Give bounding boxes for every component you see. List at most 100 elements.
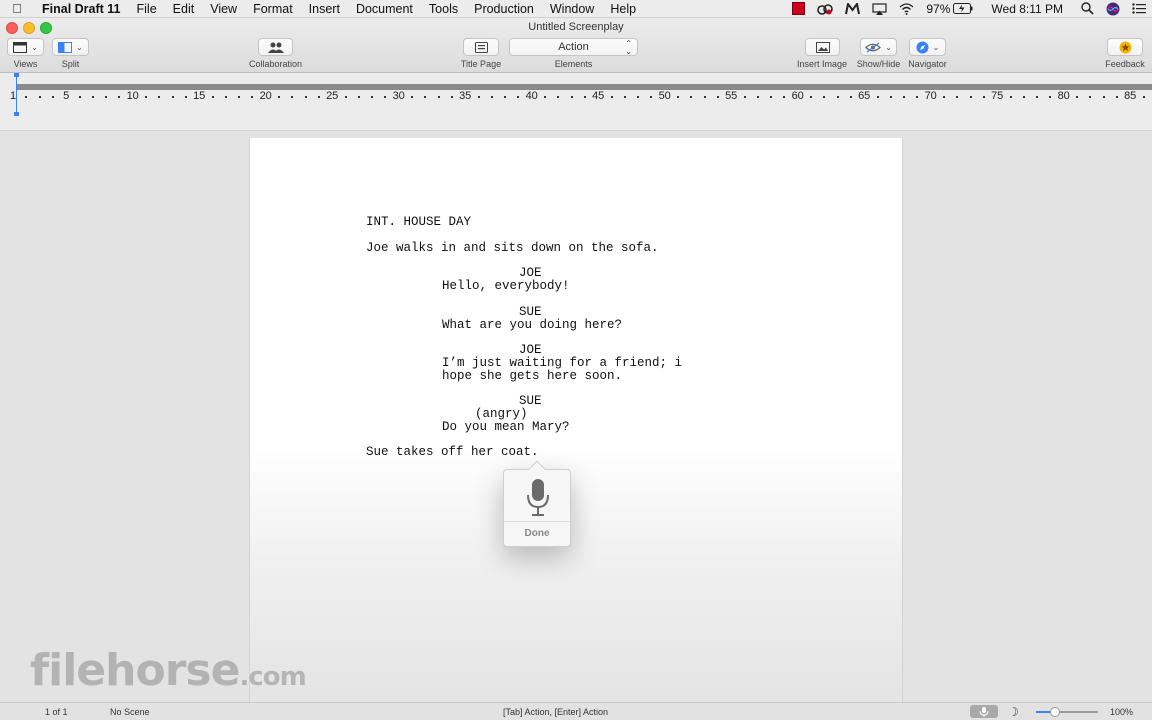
ruler-tick xyxy=(224,96,227,98)
ruler-tick xyxy=(982,96,985,98)
malwarebytes-icon[interactable] xyxy=(839,2,866,15)
siri-icon[interactable] xyxy=(1100,2,1126,16)
menu-window[interactable]: Window xyxy=(542,0,602,18)
ruler-tick xyxy=(424,96,427,98)
ruler-tick xyxy=(956,96,959,98)
action-line[interactable]: Joe walks in and sits down on the sofa. xyxy=(366,241,659,255)
collaboration-button[interactable] xyxy=(258,38,293,56)
ruler-number: 70 xyxy=(924,90,937,102)
character-name[interactable]: JOE xyxy=(519,343,542,357)
ruler-tick xyxy=(756,96,759,98)
ruler-tick xyxy=(384,96,387,98)
menu-edit[interactable]: Edit xyxy=(165,0,203,18)
menu-view[interactable]: View xyxy=(202,0,245,18)
scene-heading[interactable]: INT. HOUSE DAY xyxy=(366,215,471,229)
menu-app-name[interactable]: Final Draft 11 xyxy=(34,0,129,18)
image-icon xyxy=(815,41,830,53)
ruler-tick xyxy=(371,96,374,98)
ruler-number: 55 xyxy=(725,90,738,102)
dictation-done-button[interactable]: Done xyxy=(504,528,570,539)
scene-indicator[interactable]: No Scene xyxy=(110,707,150,717)
ruler-tick xyxy=(770,96,773,98)
ruler-number: 60 xyxy=(791,90,804,102)
dictation-mic-button[interactable] xyxy=(970,705,998,718)
night-mode-icon[interactable]: ☽ xyxy=(1008,705,1019,719)
ruler-tick xyxy=(78,96,81,98)
character-name[interactable]: JOE xyxy=(519,266,542,280)
views-icon xyxy=(13,41,28,53)
title-page-icon xyxy=(474,41,488,53)
window-toolbar: Untitled Screenplay ⌄ Views ⌄ Split Coll… xyxy=(0,18,1152,73)
watermark: filehorse.com xyxy=(30,645,307,696)
ruler-tick xyxy=(238,96,241,98)
ruler-tick xyxy=(278,96,280,98)
navigator-label: Navigator xyxy=(908,59,947,69)
ruler-number: 20 xyxy=(259,90,272,102)
battery-percent: 97% xyxy=(926,1,951,16)
dialogue-line[interactable]: Hello, everybody! xyxy=(442,279,570,293)
action-line[interactable]: Sue takes off her coat. xyxy=(366,445,539,459)
ruler-tick xyxy=(477,96,480,98)
dialogue-line[interactable]: hope she gets here soon. xyxy=(442,369,622,383)
menu-format[interactable]: Format xyxy=(245,0,301,18)
ruler-tick xyxy=(836,96,839,98)
character-name[interactable]: SUE xyxy=(519,394,542,408)
clock[interactable]: Wed 8:11 PM xyxy=(979,2,1075,16)
ruler-indent-marker[interactable] xyxy=(14,73,19,117)
ruler-tick xyxy=(517,96,520,98)
creative-cloud-icon[interactable] xyxy=(811,3,839,15)
menu-help[interactable]: Help xyxy=(602,0,644,18)
ruler-tick xyxy=(411,96,413,98)
menu-file[interactable]: File xyxy=(129,0,165,18)
menu-insert[interactable]: Insert xyxy=(301,0,348,18)
menu-tools[interactable]: Tools xyxy=(421,0,466,18)
ruler-tick xyxy=(1115,96,1118,98)
split-button[interactable]: ⌄ xyxy=(52,38,89,56)
elements-select[interactable]: Action ⌃ ⌄ xyxy=(509,38,638,56)
title-page-button[interactable] xyxy=(463,38,499,56)
script-page[interactable]: INT. HOUSE DAY Joe walks in and sits dow… xyxy=(249,138,903,702)
ruler-tick xyxy=(51,96,54,98)
ruler-tick xyxy=(1009,96,1012,98)
ruler-tick xyxy=(25,96,28,98)
views-button[interactable]: ⌄ xyxy=(7,38,44,56)
ruler-tick xyxy=(1022,96,1025,98)
character-name[interactable]: SUE xyxy=(519,305,542,319)
collaboration-icon xyxy=(267,42,284,53)
split-icon xyxy=(58,41,73,53)
ruler-tick xyxy=(969,96,972,98)
document-canvas[interactable]: INT. HOUSE DAY Joe walks in and sits dow… xyxy=(0,131,1152,702)
ruler-tick xyxy=(357,96,360,98)
ruler-number: 65 xyxy=(858,90,871,102)
ruler-tick xyxy=(610,96,613,98)
menu-production[interactable]: Production xyxy=(466,0,542,18)
ruler-tick xyxy=(637,96,640,98)
show-hide-button[interactable]: ⌄ xyxy=(860,38,897,56)
zoom-slider[interactable] xyxy=(1036,707,1098,717)
apple-menu-icon[interactable]:  xyxy=(0,1,34,16)
dialogue-line[interactable]: What are you doing here? xyxy=(442,318,622,332)
title-page-label: Title Page xyxy=(460,59,502,69)
dialogue-line[interactable]: Do you mean Mary? xyxy=(442,420,570,434)
notification-center-icon[interactable] xyxy=(1126,3,1152,14)
recording-status-icon[interactable] xyxy=(786,2,811,15)
ruler-tick xyxy=(889,96,892,98)
insert-image-button[interactable] xyxy=(805,38,840,56)
ruler-tick xyxy=(344,96,347,98)
spotlight-search-icon[interactable] xyxy=(1075,2,1100,15)
ruler-number: 5 xyxy=(63,90,70,102)
ruler[interactable]: 1 5 10 15 20 25 30 35 40 45 50 55 60 65 70 75 80 85 xyxy=(0,73,1152,131)
ruler-number: 50 xyxy=(658,90,671,102)
dialogue-line[interactable]: I’m just waiting for a friend; i xyxy=(442,356,682,370)
ruler-tick xyxy=(145,96,147,98)
wifi-icon[interactable] xyxy=(893,2,920,15)
parenthetical[interactable]: (angry) xyxy=(475,407,528,421)
airplay-icon[interactable] xyxy=(866,2,893,15)
zoom-slider-knob[interactable] xyxy=(1049,707,1060,717)
feedback-button[interactable] xyxy=(1107,38,1143,56)
ruler-tick xyxy=(291,96,294,98)
battery-status[interactable]: 97% xyxy=(920,2,979,16)
navigator-button[interactable]: ⌄ xyxy=(909,38,946,56)
page-count[interactable]: 1 of 1 xyxy=(45,707,68,717)
menu-document[interactable]: Document xyxy=(348,0,421,18)
